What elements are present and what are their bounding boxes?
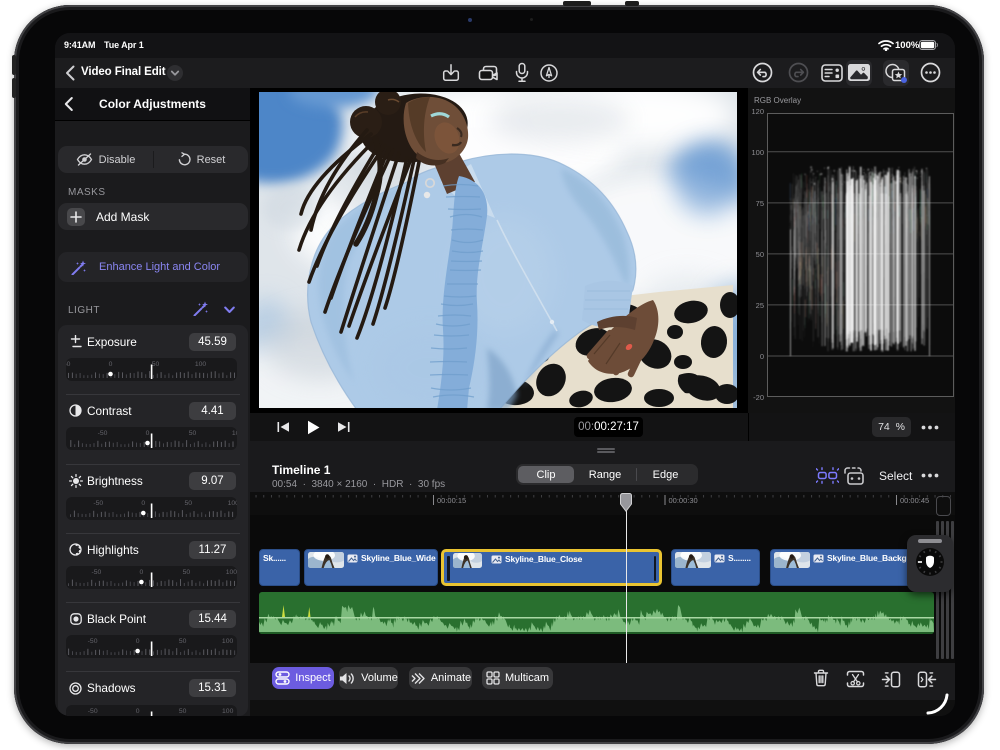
svg-text:00:00:15: 00:00:15 bbox=[437, 496, 466, 505]
svg-text:50: 50 bbox=[185, 500, 193, 507]
svg-text:0: 0 bbox=[140, 569, 144, 576]
svg-text:50: 50 bbox=[183, 569, 191, 576]
svg-text:-50: -50 bbox=[66, 361, 71, 368]
svg-text:00:00:30: 00:00:30 bbox=[669, 496, 698, 505]
svg-text:-50: -50 bbox=[93, 500, 103, 507]
svg-text:0: 0 bbox=[136, 638, 140, 645]
svg-text:00:00:45: 00:00:45 bbox=[900, 496, 929, 505]
svg-text:100: 100 bbox=[195, 361, 207, 368]
svg-text:0: 0 bbox=[136, 708, 140, 715]
svg-text:100: 100 bbox=[226, 569, 237, 576]
svg-text:50: 50 bbox=[179, 638, 187, 645]
svg-text:0: 0 bbox=[146, 430, 150, 437]
svg-text:0: 0 bbox=[141, 500, 145, 507]
svg-text:50: 50 bbox=[189, 430, 197, 437]
svg-text:-50: -50 bbox=[98, 430, 108, 437]
svg-text:-50: -50 bbox=[88, 708, 98, 715]
svg-text:100: 100 bbox=[222, 638, 234, 645]
svg-text:-50: -50 bbox=[91, 569, 101, 576]
svg-text:100: 100 bbox=[228, 500, 237, 507]
svg-text:100: 100 bbox=[222, 708, 234, 715]
svg-text:50: 50 bbox=[179, 708, 187, 715]
svg-text:-50: -50 bbox=[88, 638, 98, 645]
svg-text:50: 50 bbox=[152, 361, 160, 368]
svg-text:0: 0 bbox=[109, 361, 113, 368]
svg-text:100: 100 bbox=[232, 430, 237, 437]
